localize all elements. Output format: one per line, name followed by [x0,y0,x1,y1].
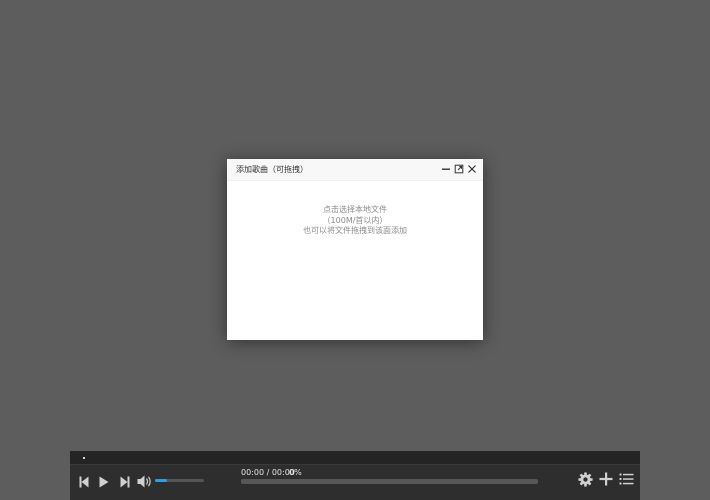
progress-percent: 0% [289,468,302,477]
dialog-hint[interactable]: 点击选择本地文件 （100M/首以内） 也可以将文件拖拽到该面添加 [227,205,483,237]
add-song-dialog: 添加歌曲（可拖拽） 点击选择本地文件 （100M/首以内） 也可以将文件拖拽到该… [227,159,483,340]
hint-drag-drop: 也可以将文件拖拽到该面添加 [303,226,407,235]
playlist-icon[interactable] [619,473,634,485]
time-display: 00:00 / 00:00 [241,468,295,477]
minimize-icon[interactable] [441,164,451,174]
dialog-title: 添加歌曲（可拖拽） [236,165,308,174]
settings-icon[interactable] [578,472,593,487]
progress-bar[interactable] [241,479,538,484]
strip-marker [83,457,85,459]
volume-level [155,479,168,482]
maximize-icon[interactable] [454,164,464,174]
play-icon[interactable] [99,476,109,488]
add-icon[interactable] [599,472,613,486]
next-icon[interactable] [120,476,130,488]
player-top-strip [70,451,640,465]
volume-slider[interactable] [155,479,204,482]
close-icon[interactable] [467,164,477,174]
player-bar: 00:00 / 00:00 0% [70,451,640,500]
previous-icon[interactable] [79,476,89,488]
hint-select-local-file[interactable]: 点击选择本地文件 [227,205,483,216]
dialog-titlebar[interactable]: 添加歌曲（可拖拽） [227,159,483,181]
volume-icon[interactable] [137,475,153,488]
hint-size-limit: （100M/首以内） [322,215,388,225]
